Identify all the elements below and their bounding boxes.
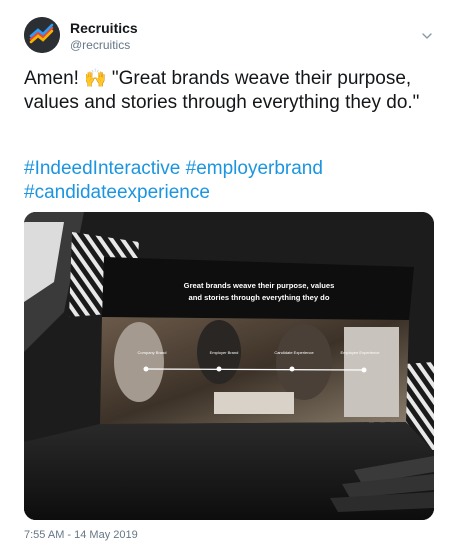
more-options-button[interactable] <box>420 29 434 43</box>
tweet-card: Recruitics @recruitics Amen! 🙌 "Great br… <box>0 0 460 547</box>
conference-slide-photo: Great brands weave their purpose, values… <box>24 212 434 520</box>
tweet-header: Recruitics @recruitics <box>24 17 438 57</box>
slide-label-candidate-experience: Candidate Experience <box>274 350 314 355</box>
tweet-photo[interactable]: Great brands weave their purpose, values… <box>24 212 434 520</box>
tweet-hashtags: #IndeedInteractive #employerbrand #candi… <box>24 157 434 205</box>
hashtag-employerbrand[interactable]: #employerbrand <box>186 158 323 179</box>
slide-title-line-2: and stories through everything they do <box>189 293 330 302</box>
account-handle[interactable]: @recruitics <box>70 38 130 52</box>
tweet-text: Amen! 🙌 "Great brands weave their purpos… <box>24 66 434 115</box>
account-name[interactable]: Recruitics <box>70 20 138 36</box>
slide-title-line-1: Great brands weave their purpose, values <box>184 281 335 290</box>
hashtag-indeedinteractive[interactable]: #IndeedInteractive <box>24 158 180 179</box>
slide-label-company-brand: Company Brand <box>138 350 167 355</box>
recruitics-logo-icon <box>24 17 60 53</box>
slide-label-employee-experience: Employee Experience <box>341 350 381 355</box>
tweet-timestamp[interactable]: 7:55 AM - 14 May 2019 <box>24 529 138 541</box>
chevron-down-icon <box>422 33 432 39</box>
hashtag-candidateexperience[interactable]: #candidateexperience <box>24 182 210 203</box>
raising-hands-emoji: 🙌 <box>84 68 107 88</box>
tweet-text-start: Amen! <box>24 68 85 89</box>
avatar[interactable] <box>24 17 60 53</box>
slide-label-employer-brand: Employer Brand <box>210 350 239 355</box>
